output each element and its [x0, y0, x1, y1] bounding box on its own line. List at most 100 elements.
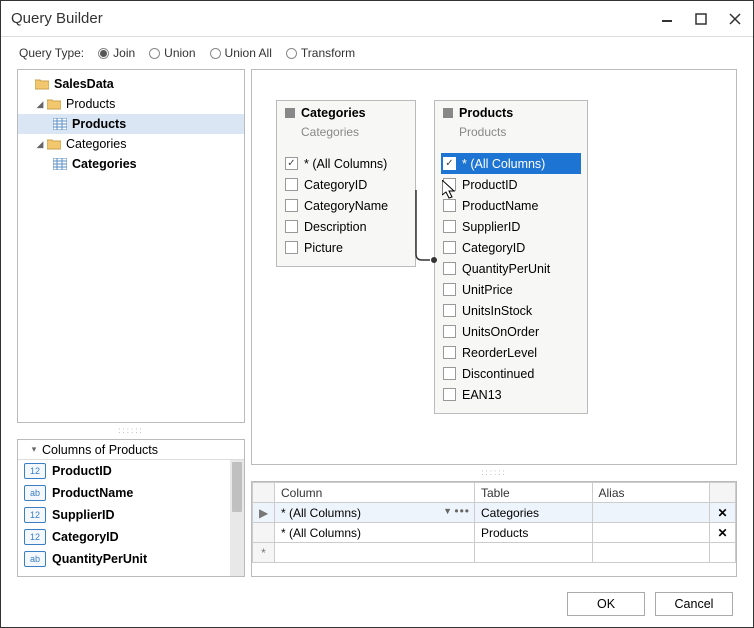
grid-cell-table[interactable] — [475, 543, 593, 563]
field-row[interactable]: CategoryID — [283, 174, 409, 195]
tree-root[interactable]: SalesData — [18, 74, 244, 94]
grid-cell-table[interactable]: Categories — [475, 503, 593, 523]
field-row[interactable]: Description — [283, 216, 409, 237]
checkbox[interactable] — [443, 304, 456, 317]
query-type-join[interactable]: Join — [98, 46, 135, 60]
field-name: UnitPrice — [462, 283, 513, 297]
selected-columns-grid: Column Table Alias ▶* (All Columns)▼•••C… — [251, 481, 737, 577]
checkbox[interactable] — [443, 199, 456, 212]
field-name: ProductID — [462, 178, 518, 192]
field-row[interactable]: CategoryID — [441, 237, 581, 258]
row-indicator — [253, 523, 275, 543]
checkbox[interactable] — [285, 241, 298, 254]
field-row[interactable]: ReorderLevel — [441, 342, 581, 363]
query-type-transform[interactable]: Transform — [286, 46, 355, 60]
checkbox[interactable] — [285, 178, 298, 191]
grid-cell-column[interactable]: * (All Columns) — [275, 523, 475, 543]
field-name: ProductName — [462, 199, 538, 213]
grid-row[interactable]: * — [253, 543, 736, 563]
cancel-button[interactable]: Cancel — [655, 592, 733, 616]
remove-row-button[interactable]: ✕ — [710, 523, 736, 543]
checkbox[interactable] — [285, 199, 298, 212]
dropdown-icon[interactable]: ▼ — [443, 506, 452, 516]
folder-icon — [46, 97, 62, 111]
field-name: UnitsInStock — [462, 304, 532, 318]
maximize-button[interactable] — [693, 11, 709, 27]
field-row[interactable]: Discontinued — [441, 363, 581, 384]
field-row[interactable]: QuantityPerUnit — [441, 258, 581, 279]
field-row[interactable]: Picture — [283, 237, 409, 258]
field-row[interactable]: ProductName — [441, 195, 581, 216]
field-name: CategoryID — [304, 178, 367, 192]
dialog-footer: OK Cancel — [1, 581, 753, 627]
checkbox[interactable] — [443, 157, 456, 170]
field-name: EAN13 — [462, 388, 502, 402]
field-row[interactable]: * (All Columns) — [441, 153, 581, 174]
field-row[interactable]: SupplierID — [441, 216, 581, 237]
columns-panel: ▾ Columns of Products 12ProductIDabProdu… — [17, 439, 245, 577]
grid-cell-alias[interactable] — [592, 523, 710, 543]
checkbox[interactable] — [443, 241, 456, 254]
query-type-union-all[interactable]: Union All — [210, 46, 272, 60]
column-item[interactable]: abProductName — [18, 482, 230, 504]
tree-table-products[interactable]: Products — [18, 114, 244, 134]
field-row[interactable]: CategoryName — [283, 195, 409, 216]
checkbox[interactable] — [443, 388, 456, 401]
checkbox[interactable] — [443, 178, 456, 191]
checkbox[interactable] — [443, 262, 456, 275]
row-indicator: * — [253, 543, 275, 563]
splitter-handle[interactable]: :::::: — [251, 469, 737, 477]
expander-icon[interactable]: ◢ — [34, 98, 46, 110]
grid-cell-column[interactable]: * (All Columns)▼••• — [275, 503, 475, 523]
field-row[interactable]: UnitsOnOrder — [441, 321, 581, 342]
table-box-categories[interactable]: Categories Categories * (All Columns)Cat… — [276, 100, 416, 267]
chevron-down-icon: ▾ — [28, 444, 40, 456]
field-name: CategoryName — [304, 199, 388, 213]
grid-header-alias[interactable]: Alias — [592, 483, 710, 503]
splitter-handle[interactable]: :::::: — [17, 427, 245, 435]
titlebar: Query Builder — [1, 1, 753, 37]
columns-panel-header[interactable]: ▾ Columns of Products — [18, 440, 244, 460]
grid-cell-table[interactable]: Products — [475, 523, 593, 543]
field-row[interactable]: EAN13 — [441, 384, 581, 405]
tree-folder-categories[interactable]: ◢ Categories — [18, 134, 244, 154]
field-row[interactable]: * (All Columns) — [283, 153, 409, 174]
tree-folder-products[interactable]: ◢ Products — [18, 94, 244, 114]
query-type-union[interactable]: Union — [149, 46, 195, 60]
query-type-label: Query Type: — [19, 46, 84, 60]
field-row[interactable]: UnitsInStock — [441, 300, 581, 321]
column-item[interactable]: abQuantityPerUnit — [18, 548, 230, 570]
tree-table-categories[interactable]: Categories — [18, 154, 244, 174]
ellipsis-button[interactable]: ••• — [454, 504, 470, 518]
field-name: * (All Columns) — [462, 157, 545, 171]
checkbox[interactable] — [285, 157, 298, 170]
column-item[interactable]: 12SupplierID — [18, 504, 230, 526]
checkbox[interactable] — [443, 283, 456, 296]
column-item[interactable]: 12ProductID — [18, 460, 230, 482]
expander-icon[interactable]: ◢ — [34, 138, 46, 150]
field-row[interactable]: UnitPrice — [441, 279, 581, 300]
remove-row-button[interactable]: ✕ — [710, 503, 736, 523]
diagram-panel[interactable]: Categories Categories * (All Columns)Cat… — [251, 69, 737, 465]
checkbox[interactable] — [443, 325, 456, 338]
checkbox[interactable] — [443, 346, 456, 359]
grid-cell-column[interactable] — [275, 543, 475, 563]
close-button[interactable] — [727, 11, 743, 27]
column-item[interactable]: 12CategoryID — [18, 526, 230, 548]
grid-cell-alias[interactable] — [592, 543, 710, 563]
column-type-badge: 12 — [24, 529, 46, 545]
checkbox[interactable] — [285, 220, 298, 233]
grid-row[interactable]: * (All Columns)Products ✕ — [253, 523, 736, 543]
grid-row[interactable]: ▶* (All Columns)▼•••Categories✕ — [253, 503, 736, 523]
grid-header-table[interactable]: Table — [475, 483, 593, 503]
table-box-products[interactable]: Products Products * (All Columns)Product… — [434, 100, 588, 414]
grid-cell-alias[interactable] — [592, 503, 710, 523]
checkbox[interactable] — [443, 220, 456, 233]
scrollbar[interactable] — [230, 460, 244, 576]
ok-button[interactable]: OK — [567, 592, 645, 616]
grid-header-column[interactable]: Column — [275, 483, 475, 503]
checkbox[interactable] — [443, 367, 456, 380]
field-row[interactable]: ProductID — [441, 174, 581, 195]
minimize-button[interactable] — [659, 11, 675, 27]
grid-header-remove — [710, 483, 736, 503]
